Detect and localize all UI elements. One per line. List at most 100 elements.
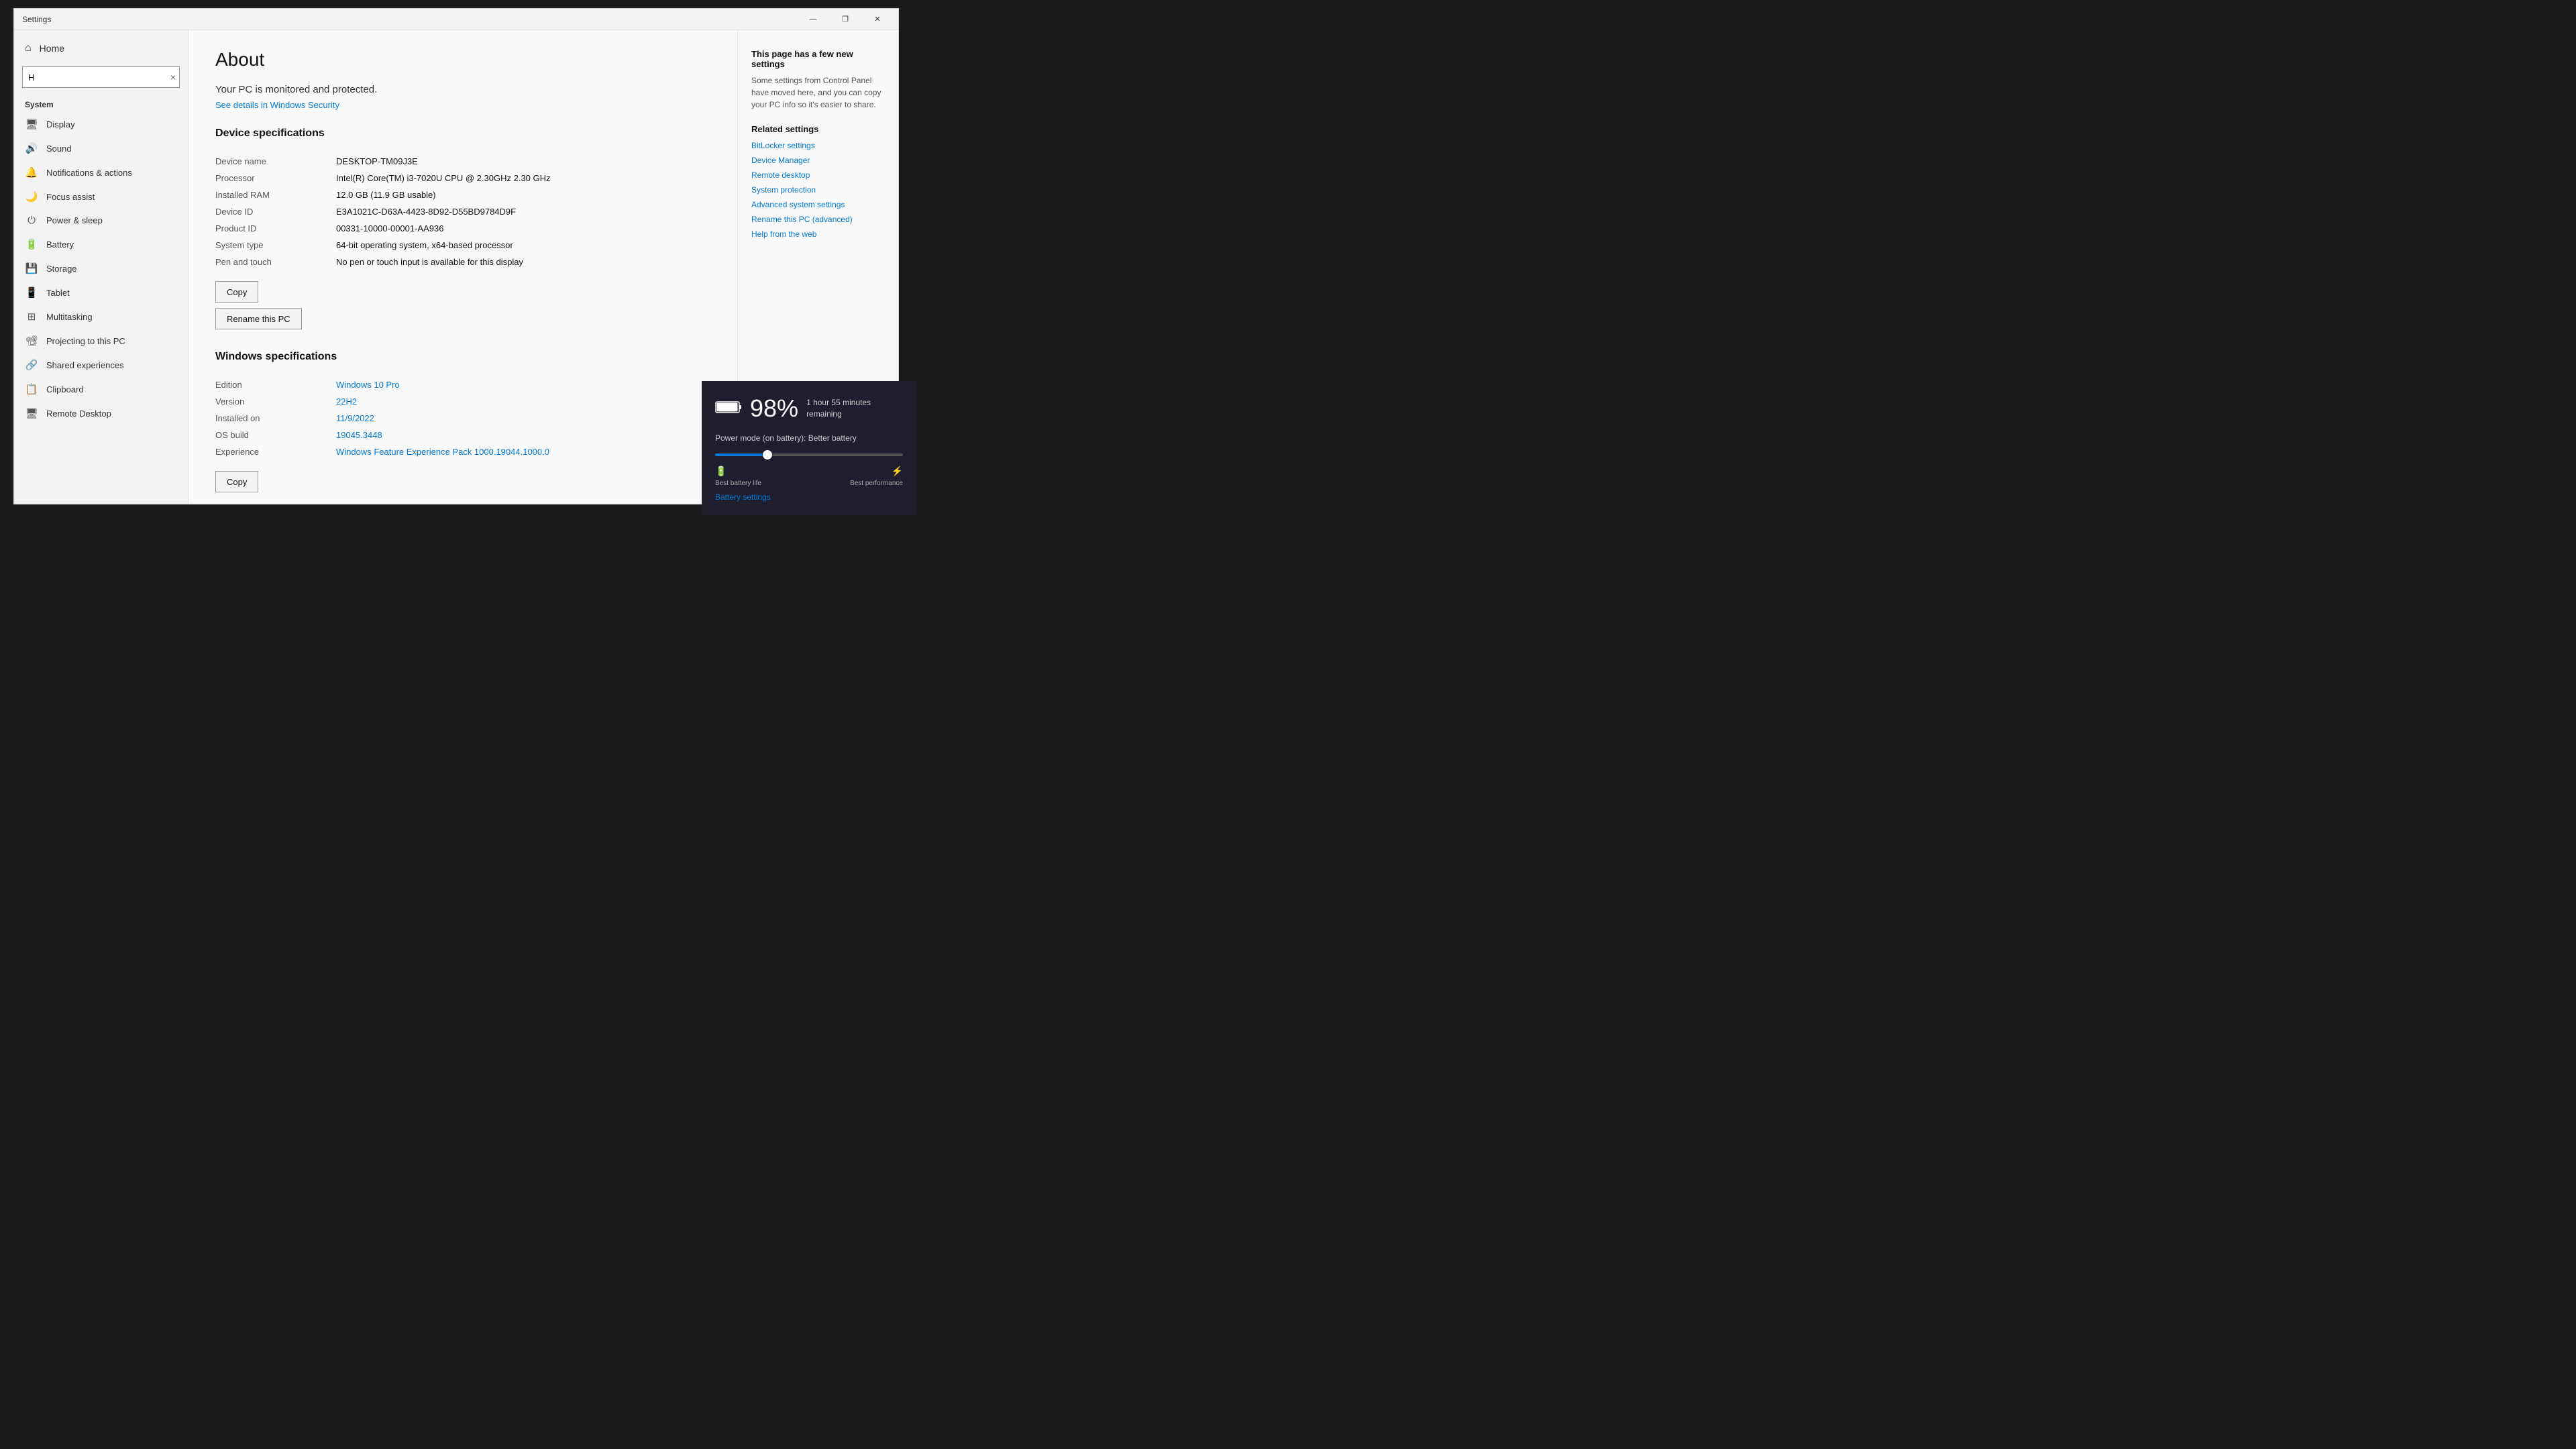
windows-specs-table: EditionWindows 10 ProVersion22H2Installe… [215, 376, 710, 460]
battery-icon: 🔋 [25, 238, 38, 250]
battery-slider-labels: Best battery life Best performance [715, 480, 903, 487]
minimize-button[interactable]: — [798, 9, 828, 30]
spec-value: 12.0 GB (11.9 GB usable) [336, 186, 710, 203]
multitasking-icon: ⊞ [25, 311, 38, 323]
table-row: OS build19045.3448 [215, 427, 710, 443]
home-label: Home [40, 43, 64, 54]
battery-settings-link[interactable]: Battery settings [715, 492, 903, 502]
best-battery-label: Best battery life [715, 480, 761, 487]
sidebar-item-remote-desktop[interactable]: 🖥 Remote Desktop [14, 401, 188, 425]
device-specs-table: Device nameDESKTOP-TM09J3EProcessorIntel… [215, 153, 710, 270]
battery-level-icon [715, 400, 742, 415]
windows-specs-heading: Windows specifications [215, 351, 710, 367]
battery-slider-icons: 🔋 ⚡ [715, 466, 903, 477]
titlebar: Settings — ❐ ✕ [14, 9, 898, 30]
sound-icon: 🔊 [25, 142, 38, 154]
spec-label: Device ID [215, 203, 336, 220]
search-box: × [22, 66, 180, 88]
best-performance-label: Best performance [850, 480, 903, 487]
copy-button-1[interactable]: Copy [215, 281, 258, 303]
sidebar-item-sound[interactable]: 🔊 Sound [14, 136, 188, 160]
spec-value: Intel(R) Core(TM) i3-7020U CPU @ 2.30GHz… [336, 170, 710, 186]
window-controls: — ❐ ✕ [798, 9, 893, 30]
related-settings-link[interactable]: Device Manager [751, 156, 885, 165]
spec-label: Pen and touch [215, 254, 336, 270]
focus-assist-icon: 🌙 [25, 191, 38, 203]
sidebar-item-home[interactable]: ⌂ Home [14, 36, 188, 61]
sidebar-item-power-sleep[interactable]: ⏻ Power & sleep [14, 209, 188, 232]
sidebar-item-label: Shared experiences [46, 360, 124, 370]
sidebar-item-shared-experiences[interactable]: 🔗 Shared experiences [14, 353, 188, 377]
spec-value: E3A1021C-D63A-4423-8D92-D55BD9784D9F [336, 203, 710, 220]
search-input[interactable] [22, 66, 180, 88]
window-title: Settings [22, 15, 51, 24]
sidebar-item-display[interactable]: 🖥 Display [14, 112, 188, 136]
spec-label: Installed RAM [215, 186, 336, 203]
sidebar-item-label: Power & sleep [46, 215, 103, 225]
battery-life-icon: 🔋 [715, 466, 727, 477]
close-button[interactable]: ✕ [862, 9, 893, 30]
device-specs-heading: Device specifications [215, 127, 710, 144]
spec-value: 00331-10000-00001-AA936 [336, 220, 710, 237]
table-row: Version22H2 [215, 393, 710, 410]
spec-value: 11/9/2022 [336, 410, 710, 427]
related-settings-link[interactable]: System protection [751, 185, 885, 195]
spec-label: OS build [215, 427, 336, 443]
battery-mode-label: Power mode (on battery): Better battery [715, 433, 903, 443]
battery-time-remaining: 1 hour 55 minutes remaining [806, 397, 903, 420]
sidebar-item-label: Storage [46, 264, 77, 274]
battery-popup: 98% 1 hour 55 minutes remaining Power mo… [702, 381, 916, 515]
table-row: Device nameDESKTOP-TM09J3E [215, 153, 710, 170]
page-title: About [215, 49, 710, 70]
spec-label: Edition [215, 376, 336, 393]
sidebar-item-focus-assist[interactable]: 🌙 Focus assist [14, 184, 188, 209]
related-settings-link[interactable]: Advanced system settings [751, 200, 885, 209]
sidebar-item-storage[interactable]: 💾 Storage [14, 256, 188, 280]
spec-label: Product ID [215, 220, 336, 237]
table-row: Device IDE3A1021C-D63A-4423-8D92-D55BD97… [215, 203, 710, 220]
related-settings-link[interactable]: BitLocker settings [751, 141, 885, 150]
table-row: System type64-bit operating system, x64-… [215, 237, 710, 254]
spec-value: Windows 10 Pro [336, 376, 710, 393]
battery-slider-thumb[interactable] [763, 450, 772, 460]
sidebar-item-clipboard[interactable]: 📋 Clipboard [14, 377, 188, 401]
related-settings-link[interactable]: Help from the web [751, 229, 885, 239]
table-row: Product ID00331-10000-00001-AA936 [215, 220, 710, 237]
rename-button[interactable]: Rename this PC [215, 308, 302, 329]
sidebar-item-tablet[interactable]: 📱 Tablet [14, 280, 188, 305]
sidebar-item-multitasking[interactable]: ⊞ Multitasking [14, 305, 188, 329]
display-icon: 🖥 [25, 118, 38, 130]
battery-slider[interactable] [715, 448, 903, 462]
spec-label: Device name [215, 153, 336, 170]
shared-experiences-icon: 🔗 [25, 359, 38, 371]
related-settings-heading: Related settings [751, 124, 885, 134]
sidebar-item-label: Sound [46, 144, 72, 154]
sidebar-item-notifications[interactable]: 🔔 Notifications & actions [14, 160, 188, 184]
remote-desktop-icon: 🖥 [25, 407, 38, 419]
spec-label: System type [215, 237, 336, 254]
restore-button[interactable]: ❐ [830, 9, 861, 30]
spec-label: Processor [215, 170, 336, 186]
new-settings-title: This page has a few new settings [751, 49, 885, 69]
sidebar-item-projecting[interactable]: 📽 Projecting to this PC [14, 329, 188, 353]
sidebar-item-label: Notifications & actions [46, 168, 132, 178]
related-settings-link[interactable]: Remote desktop [751, 170, 885, 180]
search-clear-button[interactable]: × [170, 72, 176, 83]
sidebar-item-label: Tablet [46, 288, 70, 298]
sidebar-item-label: Battery [46, 239, 74, 250]
sidebar-item-label: Projecting to this PC [46, 336, 125, 346]
see-details-link[interactable]: See details in Windows Security [215, 100, 339, 110]
battery-percent: 98% [750, 394, 798, 423]
table-row: Installed on11/9/2022 [215, 410, 710, 427]
power-sleep-icon: ⏻ [25, 215, 38, 226]
clipboard-icon: 📋 [25, 383, 38, 395]
sidebar-item-battery[interactable]: 🔋 Battery [14, 232, 188, 256]
spec-label: Experience [215, 443, 336, 460]
table-row: Installed RAM12.0 GB (11.9 GB usable) [215, 186, 710, 203]
related-settings-link[interactable]: Rename this PC (advanced) [751, 215, 885, 224]
tablet-icon: 📱 [25, 286, 38, 299]
copy-button-2[interactable]: Copy [215, 471, 258, 492]
main-content: About Your PC is monitored and protected… [189, 30, 737, 504]
related-links-container: BitLocker settings Device Manager Remote d… [751, 141, 885, 239]
protected-text: Your PC is monitored and protected. [215, 84, 710, 95]
